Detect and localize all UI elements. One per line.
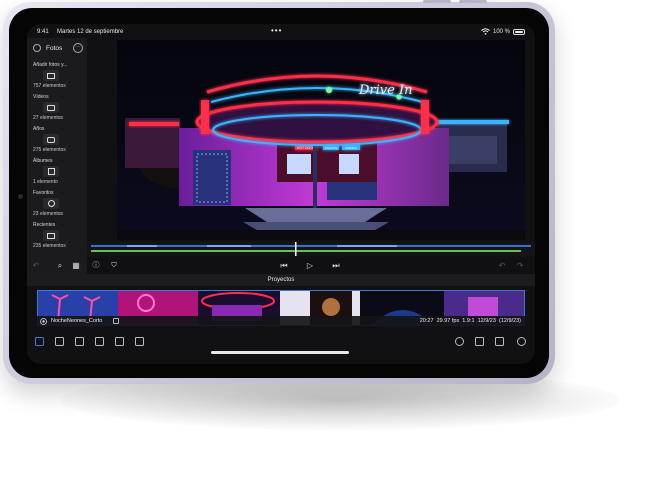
project-modified: 12/9/23 [477, 318, 496, 324]
settings-icon[interactable] [517, 337, 526, 346]
media-browser-icon[interactable] [35, 337, 44, 346]
wifi-icon [481, 28, 490, 35]
projects-title: Proyectos [267, 277, 295, 283]
drinks-sign: DRINKS [345, 146, 356, 150]
bottom-toolbar [27, 332, 535, 352]
skip-back-icon[interactable]: ⏮ [279, 261, 289, 271]
camera-icon [43, 134, 59, 145]
status-bar: 9:41 Martes 12 de septiembre ••• 100 % [27, 24, 535, 38]
shield-icon[interactable]: ⛉ [109, 261, 119, 271]
sidebar-item-label: Álbumes [33, 158, 53, 164]
battery-icon [513, 28, 525, 35]
sidebar-item-label: Recientes [33, 222, 56, 228]
grid-icon[interactable]: ▦ [71, 261, 81, 271]
share-icon[interactable] [495, 337, 504, 346]
list-icon[interactable] [135, 337, 144, 346]
sidebar-item-videos[interactable]: Vídeos 27 elementos [33, 94, 85, 124]
folder-icon [43, 70, 59, 81]
heart-icon [43, 198, 59, 209]
play-icon[interactable]: ▷ [305, 261, 315, 271]
sidebar-item-count: 23 elementos [33, 211, 64, 217]
project-options-icon[interactable] [113, 317, 119, 324]
search-icon[interactable] [455, 337, 464, 346]
status-right: 100 % [481, 28, 525, 35]
screen: 9:41 Martes 12 de septiembre ••• 100 % F… [27, 24, 535, 364]
import-icon[interactable] [55, 337, 64, 346]
timeline-tracks [91, 242, 531, 256]
front-camera [18, 194, 23, 199]
volume-button [459, 0, 487, 3]
project-fps: 29.97 fps [436, 318, 460, 324]
sidebar-item-count: 275 elementos [33, 147, 66, 153]
video-viewer[interactable]: HOT DOGS SNACKS DRINKS Drive In [117, 40, 525, 240]
folder-icon [43, 230, 59, 241]
sidebar-item-count: 1 elemento [33, 179, 58, 185]
gear-icon[interactable] [33, 44, 41, 52]
add-clip-icon[interactable] [475, 337, 484, 346]
sidebar-item-label: Favoritos [33, 190, 54, 196]
sidebar-header: Fotos ··· [31, 42, 83, 56]
project-circle-icon [40, 317, 47, 325]
undo-left-icon[interactable]: ↶ [31, 261, 41, 271]
sidebar-item-label: Años [33, 126, 45, 132]
video-icon [43, 102, 59, 113]
sidebar-item-favorites[interactable]: Favoritos 23 elementos [33, 190, 85, 220]
sidebar-item-label: Añadir fotos y... [33, 62, 68, 68]
sidebar: Fotos ··· Añadir fotos y... 757 elemento… [27, 38, 87, 274]
project-meta: 20:27 29.97 fps 1.9:1 12/9/23 (12/9/23) [420, 318, 521, 324]
status-time: 9:41 [37, 29, 49, 35]
snacks-sign: SNACKS [325, 146, 337, 150]
sidebar-item-recents[interactable]: Recientes 235 elementos [33, 222, 85, 252]
project-name[interactable]: NocheNeones_Corto [51, 318, 102, 324]
volume-button [423, 0, 451, 3]
skip-forward-icon[interactable]: ⏭ [331, 261, 341, 271]
battery-percent: 100 % [492, 28, 510, 35]
drive-in-sign: Drive In [358, 83, 412, 98]
album-icon [43, 166, 59, 177]
drive-in-image: HOT DOGS SNACKS DRINKS Drive In [117, 40, 525, 240]
playback-controls: ⓘ ⛉ ⏮ ▷ ⏭ ↶ ↷ [87, 258, 535, 274]
redo-icon[interactable]: ↷ [515, 261, 525, 271]
undo-icon[interactable]: ↶ [497, 261, 507, 271]
ipad-device: 9:41 Martes 12 de septiembre ••• 100 % F… [3, 0, 555, 384]
sidebar-item-label: Vídeos [33, 94, 49, 100]
info-icon[interactable]: ⓘ [91, 261, 101, 271]
sidebar-item-add-photos[interactable]: Añadir fotos y... 757 elementos [33, 62, 85, 92]
sidebar-title: Fotos [46, 45, 63, 52]
sidebar-item-count: 757 elementos [33, 83, 66, 89]
sidebar-item-count: 27 elementos [33, 115, 64, 121]
copy-icon[interactable] [95, 337, 104, 346]
playhead[interactable] [295, 242, 297, 256]
sidebar-item-albums[interactable]: Álbumes 1 elemento [33, 158, 85, 188]
sidebar-item-count: 235 elementos [33, 243, 66, 249]
download-icon[interactable] [75, 337, 84, 346]
project-aspect: 1.9:1 [462, 318, 475, 324]
status-date: Martes 12 de septiembre [57, 29, 124, 35]
project-duration: 20:27 [419, 318, 434, 324]
sidebar-item-years[interactable]: Años 275 elementos [33, 126, 85, 156]
projects-header: Proyectos [27, 274, 535, 286]
multitasking-dots[interactable]: ••• [271, 26, 282, 35]
more-icon[interactable]: ··· [73, 43, 83, 53]
home-indicator[interactable] [211, 351, 349, 354]
search-icon[interactable]: ⌕ [55, 261, 65, 271]
project-info-bar: NocheNeones_Corto 20:27 29.97 fps 1.9:1 … [37, 316, 525, 326]
timeline[interactable] [87, 242, 535, 256]
project-created: (12/9/23) [498, 318, 521, 324]
library-icon[interactable] [115, 337, 124, 346]
